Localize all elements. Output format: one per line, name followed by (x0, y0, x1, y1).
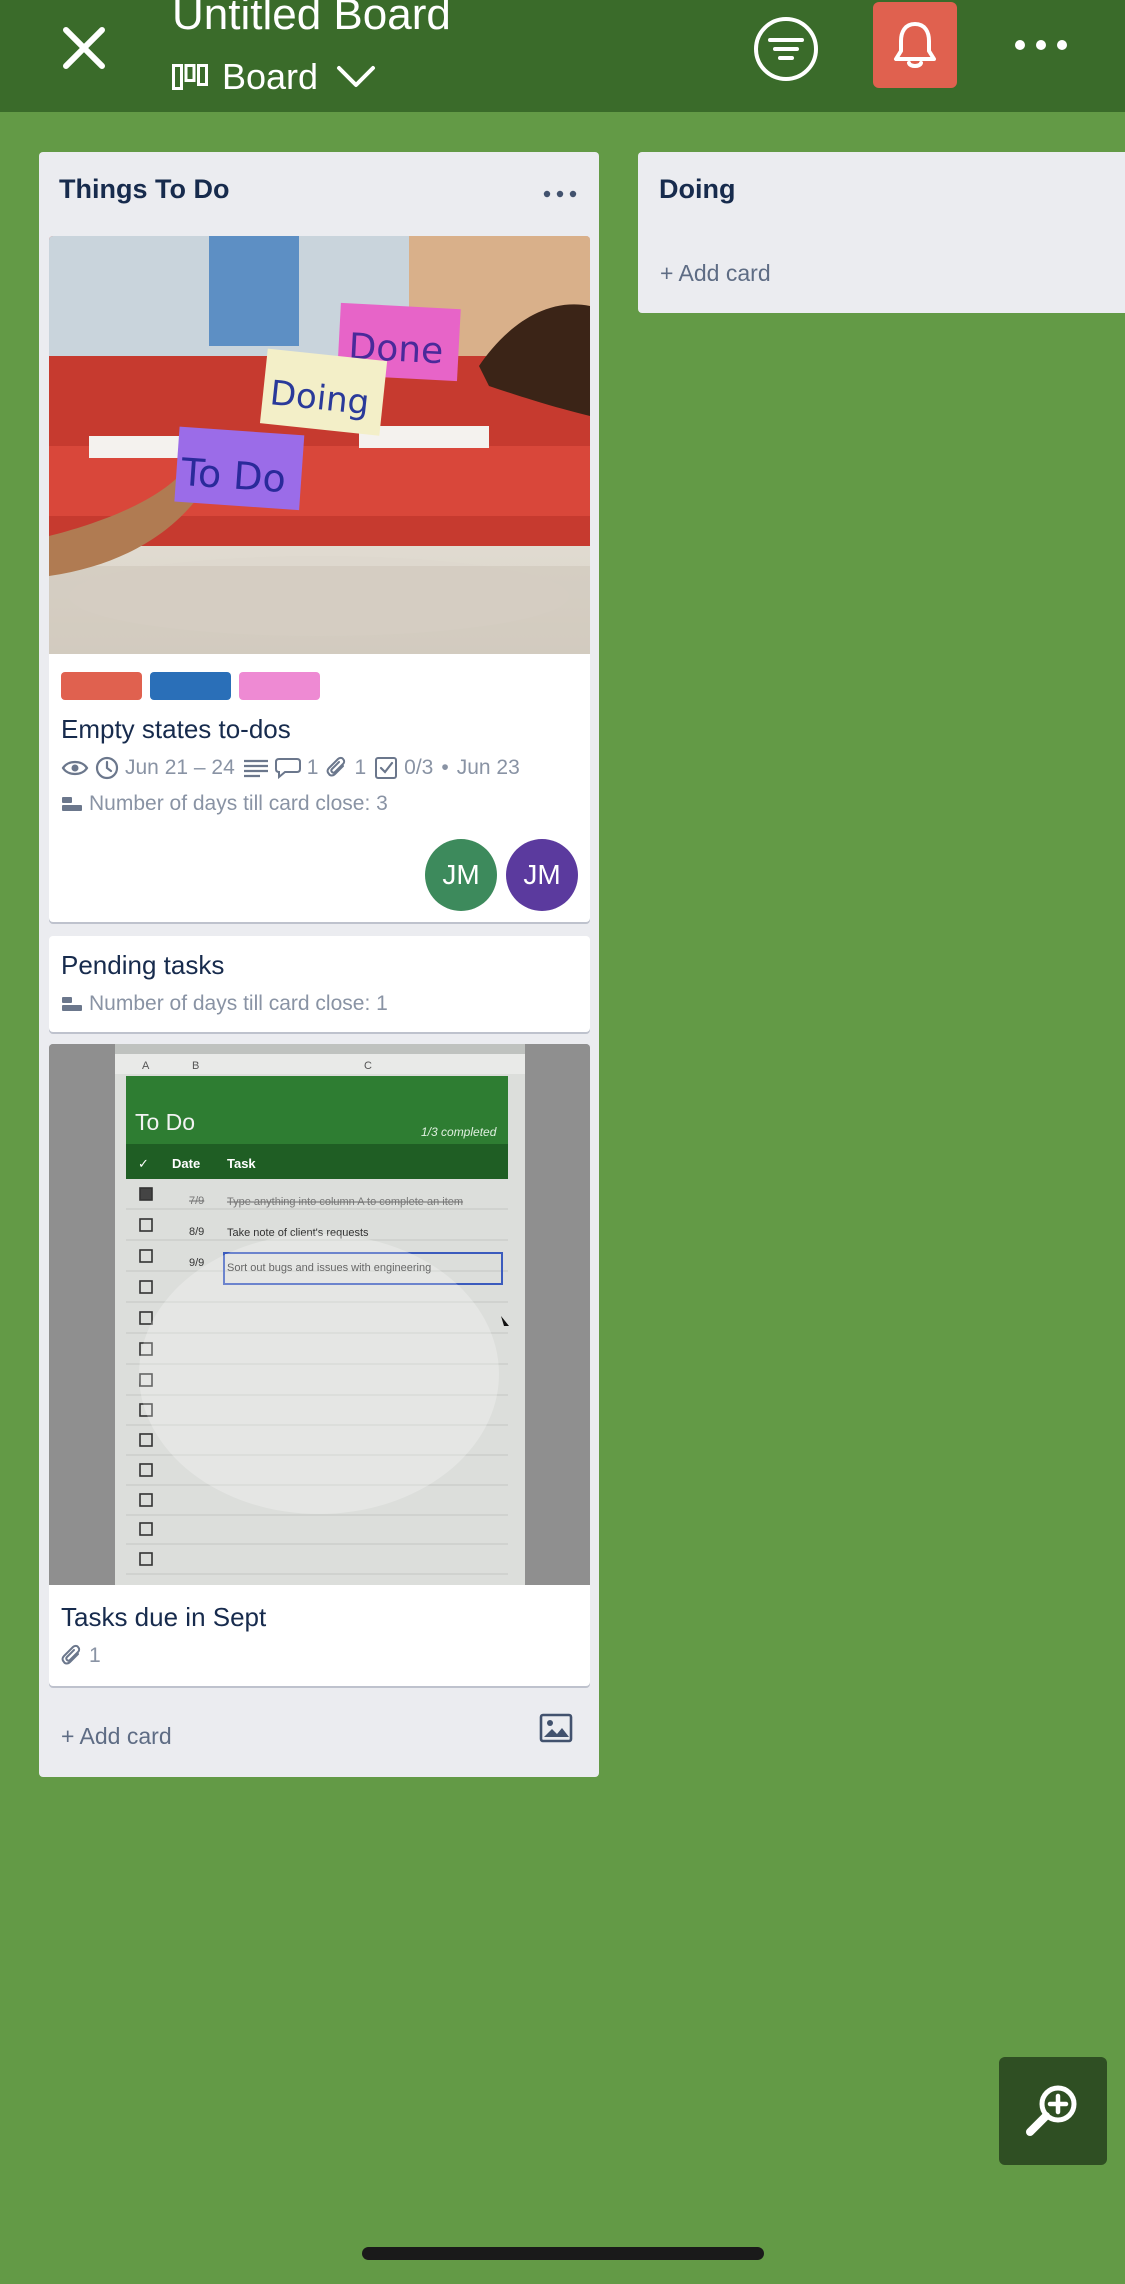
card-cover-image: Done Doing To Do (49, 236, 590, 654)
card-title: Empty states to-dos (61, 714, 291, 744)
sheet-row-date: 8/9 (189, 1226, 204, 1238)
image-icon (539, 1713, 573, 1743)
list-title[interactable]: Doing (659, 174, 735, 205)
chevron-down-icon (337, 66, 376, 87)
close-icon (63, 27, 105, 69)
card-dates: Jun 21 – 24 (125, 756, 235, 779)
card-cover-image: A B C To Do 1/3 completed ✓ Date Task 7/… (49, 1044, 590, 1585)
paperclip-icon (326, 756, 346, 777)
checklist-icon (375, 757, 398, 779)
sheet-row-task: Type anything into column A to complete … (227, 1196, 463, 1208)
comment-icon (274, 758, 301, 779)
card-pending-tasks[interactable]: Pending tasks Number of days till card c… (49, 936, 590, 1032)
filter-icon (754, 17, 818, 81)
more-options-button[interactable] (1010, 25, 1072, 65)
sheet-progress: 1/3 completed (421, 1125, 497, 1139)
sheet-column-a: A (142, 1060, 150, 1072)
view-label: Board (222, 56, 319, 97)
home-indicator[interactable] (362, 2247, 764, 2260)
custom-field: Number of days till card close: 3 (61, 792, 396, 816)
add-card-button[interactable]: + Add card (61, 1723, 172, 1750)
label-blue (150, 672, 231, 700)
description-icon (243, 759, 268, 778)
paperclip-icon (61, 1644, 81, 1665)
label-red (61, 672, 142, 700)
sheet-column-c: C (364, 1060, 372, 1072)
filter-button[interactable] (752, 15, 820, 83)
board-view-icon (172, 64, 208, 90)
eye-icon (61, 760, 89, 776)
card-badges: Jun 21 – 24 1 1 0/3 • Jun 23 (61, 756, 528, 780)
zoom-in-icon (1026, 2085, 1077, 2136)
sticky-note-todo: To Do (179, 450, 287, 501)
notifications-button[interactable] (873, 2, 957, 88)
board-title[interactable]: Untitled Board (172, 0, 451, 40)
card-labels (61, 672, 320, 700)
close-button[interactable] (56, 20, 112, 76)
clock-icon (95, 756, 119, 780)
list-doing: Doing + Add card (638, 152, 1125, 313)
add-card-button[interactable]: + Add card (660, 260, 771, 287)
label-pink (239, 672, 320, 700)
custom-field-text: Number of days till card close: 1 (89, 992, 388, 1015)
card-badges: 1 (61, 1644, 109, 1668)
card-title: Tasks due in Sept (61, 1602, 267, 1632)
attachment-count: 1 (354, 756, 367, 779)
list-title[interactable]: Things To Do (59, 174, 229, 205)
sheet-header-task: Task (227, 1156, 256, 1171)
sheet-column-b: B (192, 1060, 199, 1072)
more-horizontal-icon (1015, 40, 1067, 50)
card-tasks-due-in-sept[interactable]: A B C To Do 1/3 completed ✓ Date Task 7/… (49, 1044, 590, 1686)
due-separator: • (441, 756, 449, 779)
add-card-from-image-button[interactable] (539, 1713, 573, 1743)
card-title: Pending tasks (61, 950, 225, 980)
attachment-count: 1 (89, 1644, 101, 1667)
more-horizontal-icon (543, 190, 577, 198)
card-empty-states-todos[interactable]: Done Doing To Do Empty states to-dos Jun… (49, 236, 590, 922)
member-avatar[interactable]: JM (425, 839, 497, 911)
svg-text:✓: ✓ (138, 1156, 149, 1171)
member-avatar[interactable]: JM (506, 839, 578, 911)
checklist-progress: 0/3 (404, 756, 434, 779)
sheet-row-date: 9/9 (189, 1257, 204, 1269)
list-things-to-do: Things To Do Done Doing To Do Empty stat… (39, 152, 599, 1777)
list-menu-button[interactable] (543, 186, 577, 198)
custom-field-icon (62, 997, 82, 1011)
board-header: Untitled Board Board (0, 0, 1125, 112)
custom-field-text: Number of days till card close: 3 (89, 792, 388, 815)
sheet-header-date: Date (172, 1156, 200, 1171)
board-view-switcher[interactable]: Board (172, 52, 376, 102)
due-date: Jun 23 (456, 756, 520, 779)
custom-field: Number of days till card close: 1 (61, 992, 396, 1016)
bell-icon (894, 22, 936, 68)
sheet-row-date: 7/9 (189, 1195, 204, 1207)
comment-count: 1 (306, 756, 319, 779)
zoom-in-button[interactable] (999, 2057, 1107, 2165)
sheet-heading: To Do (135, 1109, 195, 1135)
custom-field-icon (62, 797, 82, 811)
